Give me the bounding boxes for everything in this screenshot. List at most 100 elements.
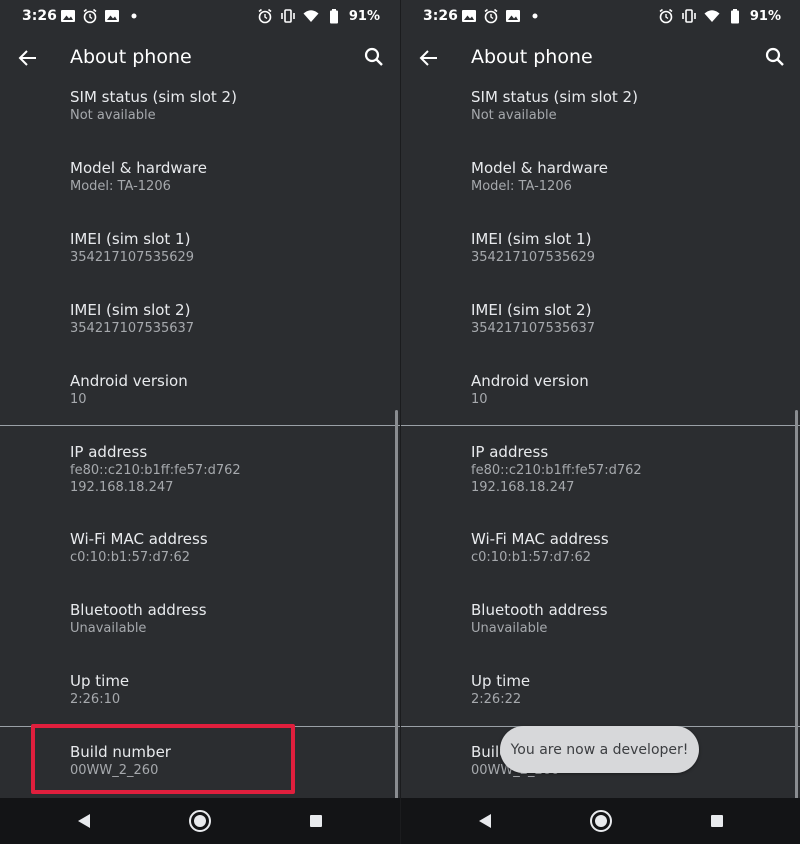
item-subtitle: 354217107535637	[471, 321, 596, 336]
recents-square-icon[interactable]	[304, 809, 328, 833]
alarm-icon	[82, 8, 98, 24]
search-icon[interactable]	[763, 45, 787, 69]
item-title: IP address	[70, 443, 148, 461]
back-arrow-icon[interactable]	[417, 46, 441, 70]
list-item-sim-status[interactable]: SIM status (sim slot 2) Not available	[471, 88, 638, 124]
item-subtitle: fe80::c210:b1ff:fe57:d762	[70, 463, 241, 478]
status-bar: 3:26 91%	[0, 0, 400, 32]
back-triangle-icon[interactable]	[473, 809, 497, 833]
recents-square-icon[interactable]	[705, 809, 729, 833]
list-item-sim-status[interactable]: SIM status (sim slot 2) Not available	[70, 88, 237, 124]
list-item-bluetooth-address[interactable]: Bluetooth address Unavailable	[70, 601, 207, 637]
scrollbar[interactable]	[795, 410, 798, 800]
build-number-highlight-box	[31, 724, 295, 794]
list-item-ip-address[interactable]: IP address fe80::c210:b1ff:fe57:d762 192…	[70, 443, 241, 496]
item-title: IMEI (sim slot 1)	[471, 230, 592, 248]
item-title: IP address	[471, 443, 549, 461]
item-subtitle: 354217107535629	[471, 250, 596, 265]
back-triangle-icon[interactable]	[72, 809, 96, 833]
item-subtitle: Unavailable	[471, 621, 548, 636]
status-bar: 3:26 91%	[401, 0, 800, 32]
system-icons: 91%	[658, 8, 781, 24]
item-subtitle: 354217107535629	[70, 250, 195, 265]
item-title: IMEI (sim slot 2)	[471, 301, 592, 319]
item-subtitle: c0:10:b1:57:d7:62	[471, 550, 591, 565]
section-divider	[0, 425, 400, 426]
item-title: Up time	[471, 672, 531, 690]
item-title: IMEI (sim slot 2)	[70, 301, 191, 319]
list-item-bluetooth-address[interactable]: Bluetooth address Unavailable	[471, 601, 608, 637]
list-item-ip-address[interactable]: IP address fe80::c210:b1ff:fe57:d762 192…	[471, 443, 642, 496]
page-title: About phone	[70, 46, 192, 68]
item-subtitle: c0:10:b1:57:d7:62	[70, 550, 190, 565]
alarm-icon	[257, 8, 273, 24]
list-item-up-time[interactable]: Up time 2:26:22	[471, 672, 530, 708]
battery-percent: 91%	[749, 8, 781, 24]
item-subtitle: Model: TA-1206	[70, 179, 171, 194]
item-title: Wi-Fi MAC address	[70, 530, 208, 548]
wifi-icon	[704, 8, 720, 24]
alarm-icon	[658, 8, 674, 24]
list-item-imei-2[interactable]: IMEI (sim slot 2) 354217107535637	[471, 301, 595, 337]
item-subtitle: Not available	[70, 108, 156, 123]
item-title: Wi-Fi MAC address	[471, 530, 609, 548]
wifi-icon	[303, 8, 319, 24]
navigation-bar	[0, 798, 400, 844]
search-icon[interactable]	[362, 45, 386, 69]
list-item-model-hardware[interactable]: Model & hardware Model: TA-1206	[471, 159, 608, 195]
gallery-icon	[60, 8, 76, 24]
page-title: About phone	[471, 46, 593, 68]
notification-icons	[461, 8, 543, 24]
item-subtitle: 2:26:22	[471, 692, 522, 707]
item-subtitle: 2:26:10	[70, 692, 121, 707]
notification-icons	[60, 8, 142, 24]
back-arrow-icon[interactable]	[16, 46, 40, 70]
item-subtitle: 10	[471, 392, 488, 407]
dot-icon	[126, 8, 142, 24]
gallery-icon	[104, 8, 120, 24]
item-subtitle: fe80::c210:b1ff:fe57:d762	[471, 463, 642, 478]
navigation-bar	[401, 798, 800, 844]
vibrate-icon	[280, 8, 296, 24]
app-bar: About phone	[401, 36, 800, 80]
list-item-android-version[interactable]: Android version 10	[471, 372, 589, 408]
item-subtitle: 354217107535637	[70, 321, 195, 336]
list-item-up-time[interactable]: Up time 2:26:10	[70, 672, 129, 708]
item-subtitle: Unavailable	[70, 621, 147, 636]
home-circle-icon[interactable]	[589, 809, 613, 833]
list-item-wifi-mac[interactable]: Wi-Fi MAC address c0:10:b1:57:d7:62	[471, 530, 609, 566]
battery-icon	[326, 8, 342, 24]
status-time: 3:26	[423, 8, 458, 24]
item-title: SIM status (sim slot 2)	[471, 88, 638, 106]
list-item-imei-1[interactable]: IMEI (sim slot 1) 354217107535629	[471, 230, 595, 266]
item-subtitle: Not available	[471, 108, 557, 123]
item-title: Up time	[70, 672, 130, 690]
dot-icon	[527, 8, 543, 24]
gallery-icon	[461, 8, 477, 24]
list-item-model-hardware[interactable]: Model & hardware Model: TA-1206	[70, 159, 207, 195]
list-item-imei-2[interactable]: IMEI (sim slot 2) 354217107535637	[70, 301, 194, 337]
item-subtitle: 10	[70, 392, 87, 407]
item-title: Bluetooth address	[471, 601, 608, 619]
item-title: Model & hardware	[70, 159, 207, 177]
vibrate-icon	[681, 8, 697, 24]
list-item-android-version[interactable]: Android version 10	[70, 372, 188, 408]
item-title: Bluetooth address	[70, 601, 207, 619]
item-title: IMEI (sim slot 1)	[70, 230, 191, 248]
item-subtitle: Model: TA-1206	[471, 179, 572, 194]
phone-right: 3:26 91% About phone SIM status (sim slo…	[400, 0, 800, 844]
home-circle-icon[interactable]	[188, 809, 212, 833]
item-title: Model & hardware	[471, 159, 608, 177]
section-divider	[401, 425, 800, 426]
phone-left: 3:26 91% About phone SIM status (sim slo…	[0, 0, 400, 844]
developer-toast: You are now a developer!	[500, 726, 699, 773]
app-bar: About phone	[0, 36, 400, 80]
scrollbar[interactable]	[395, 410, 398, 800]
item-title: SIM status (sim slot 2)	[70, 88, 237, 106]
system-icons: 91%	[257, 8, 380, 24]
gallery-icon	[505, 8, 521, 24]
alarm-icon	[483, 8, 499, 24]
list-item-wifi-mac[interactable]: Wi-Fi MAC address c0:10:b1:57:d7:62	[70, 530, 208, 566]
list-item-imei-1[interactable]: IMEI (sim slot 1) 354217107535629	[70, 230, 194, 266]
status-time: 3:26	[22, 8, 57, 24]
